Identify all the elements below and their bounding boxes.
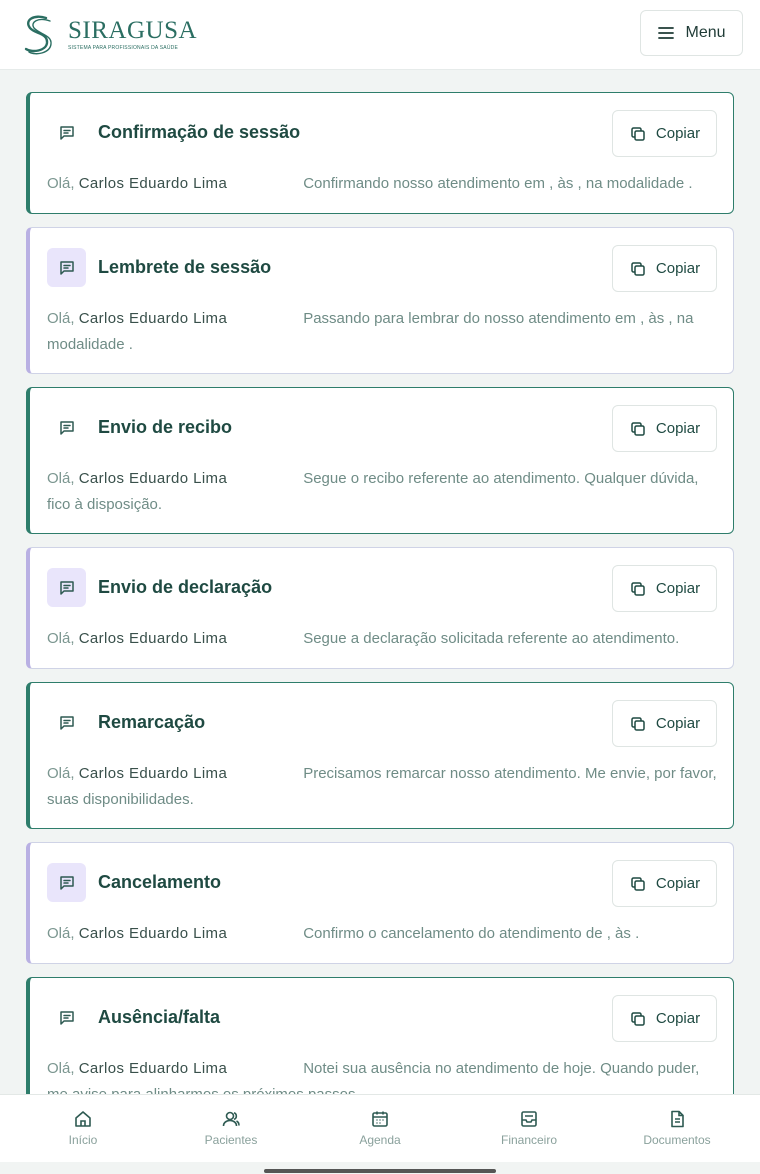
bottom-navigation: Início Pacientes Agenda Financeiro Documento… xyxy=(0,1094,760,1162)
template-title: Remarcação xyxy=(98,712,206,732)
copy-button[interactable]: Copiar xyxy=(612,110,717,157)
logo-mark-icon xyxy=(24,15,52,55)
nav-item[interactable]: Pacientes xyxy=(171,1109,291,1147)
message-icon xyxy=(47,863,86,902)
nav-label: Início xyxy=(68,1133,98,1147)
message-icon xyxy=(47,703,86,742)
copy-icon xyxy=(629,580,647,598)
copy-button[interactable]: Copiar xyxy=(612,860,717,907)
template-message: Olá, Carlos Eduardo Lima Confirmo o cance… xyxy=(47,921,719,947)
calendar-icon xyxy=(370,1109,390,1129)
home-icon xyxy=(73,1109,93,1129)
message-icon xyxy=(47,248,86,287)
template-card: Confirmação de sessão Copiar Olá, Carlos E… xyxy=(26,92,734,214)
greeting-text: Olá, xyxy=(47,765,75,782)
copy-icon xyxy=(629,875,647,893)
patient-name: Carlos Eduardo Lima xyxy=(78,175,228,192)
copy-icon xyxy=(629,125,647,143)
template-message: Olá, Carlos Eduardo Lima Segue a declaraç… xyxy=(47,626,719,652)
patient-name: Carlos Eduardo Lima xyxy=(78,470,228,487)
copy-button-label: Copiar xyxy=(655,1010,701,1027)
greeting-text: Olá, xyxy=(47,1060,75,1077)
message-icon xyxy=(47,408,86,447)
patient-name: Carlos Eduardo Lima xyxy=(78,765,228,782)
template-title: Envio de recibo xyxy=(98,417,233,437)
menu-button[interactable]: Menu xyxy=(640,10,743,56)
copy-button-label: Copiar xyxy=(655,580,701,597)
greeting-text: Olá, xyxy=(47,630,75,647)
app-logo[interactable]: SIRAGUSA SISTEMA PARA PROFISSIONAIS DA S… xyxy=(20,12,197,56)
patient-name: Carlos Eduardo Lima xyxy=(78,630,228,647)
template-title: Envio de declaração xyxy=(98,577,273,597)
greeting-text: Olá, xyxy=(47,925,75,942)
greeting-text: Olá, xyxy=(47,470,75,487)
message-body: Confirmando nosso atendimento em , às , … xyxy=(303,175,693,192)
copy-button-label: Copiar xyxy=(655,420,701,437)
nav-label: Pacientes xyxy=(204,1133,258,1147)
nav-item[interactable]: Agenda xyxy=(320,1109,440,1147)
patient-name: Carlos Eduardo Lima xyxy=(78,925,228,942)
users-icon xyxy=(221,1109,241,1129)
copy-button[interactable]: Copiar xyxy=(612,700,717,747)
copy-button-label: Copiar xyxy=(655,125,701,142)
copy-button-label: Copiar xyxy=(655,260,701,277)
template-title: Lembrete de sessão xyxy=(98,257,272,277)
template-card: Remarcação Copiar Olá, Carlos Eduardo Lima… xyxy=(26,682,734,829)
top-bar: SIRAGUSA SISTEMA PARA PROFISSIONAIS DA S… xyxy=(0,0,760,70)
message-icon xyxy=(47,113,86,152)
template-message: Olá, Carlos Eduardo Lima Confirmando noss… xyxy=(47,171,719,197)
logo-wordmark: SIRAGUSA xyxy=(68,16,198,44)
template-card: Envio de recibo Copiar Olá, Carlos Eduardo… xyxy=(26,387,734,534)
inbox-icon xyxy=(519,1109,539,1129)
copy-button[interactable]: Copiar xyxy=(612,405,717,452)
nav-item[interactable]: Financeiro xyxy=(469,1109,589,1147)
copy-icon xyxy=(629,420,647,438)
template-card: Envio de declaração Copiar Olá, Carlos Edu… xyxy=(26,547,734,669)
nav-label: Financeiro xyxy=(500,1133,558,1147)
nav-label: Documentos xyxy=(643,1133,711,1147)
copy-button-label: Copiar xyxy=(655,715,701,732)
template-message: Olá, Carlos Eduardo Lima Passando para le… xyxy=(47,306,719,357)
copy-button[interactable]: Copiar xyxy=(612,995,717,1042)
copy-button-label: Copiar xyxy=(655,875,701,892)
copy-icon xyxy=(629,260,647,278)
logo-tagline: SISTEMA PARA PROFISSIONAIS DA SAÚDE xyxy=(68,44,178,51)
home-indicator xyxy=(264,1169,496,1173)
copy-button[interactable]: Copiar xyxy=(612,565,717,612)
template-title: Ausência/falta xyxy=(98,1007,221,1027)
template-title: Confirmação de sessão xyxy=(98,122,301,142)
template-message: Olá, Carlos Eduardo Lima Precisamos remar… xyxy=(47,761,719,812)
nav-label: Agenda xyxy=(359,1133,401,1147)
nav-item[interactable]: Documentos xyxy=(617,1109,737,1147)
message-body: Segue a declaração solicitada referente … xyxy=(303,630,680,647)
message-icon xyxy=(47,998,86,1037)
template-message: Olá, Carlos Eduardo Lima Segue o recibo r… xyxy=(47,466,719,517)
copy-icon xyxy=(629,715,647,733)
hamburger-icon xyxy=(658,27,675,39)
nav-item[interactable]: Início xyxy=(23,1109,143,1147)
message-body: Confirmo o cancelamento do atendimento d… xyxy=(303,925,640,942)
message-icon xyxy=(47,568,86,607)
template-card: Cancelamento Copiar Olá, Carlos Eduardo Li… xyxy=(26,842,734,964)
patient-name: Carlos Eduardo Lima xyxy=(78,1060,228,1077)
menu-button-label: Menu xyxy=(685,24,726,41)
copy-icon xyxy=(629,1010,647,1028)
template-title: Cancelamento xyxy=(98,872,222,892)
greeting-text: Olá, xyxy=(47,310,75,327)
copy-button[interactable]: Copiar xyxy=(612,245,717,292)
document-icon xyxy=(667,1109,687,1129)
template-card: Lembrete de sessão Copiar Olá, Carlos Edua… xyxy=(26,227,734,374)
greeting-text: Olá, xyxy=(47,175,75,192)
patient-name: Carlos Eduardo Lima xyxy=(78,310,228,327)
